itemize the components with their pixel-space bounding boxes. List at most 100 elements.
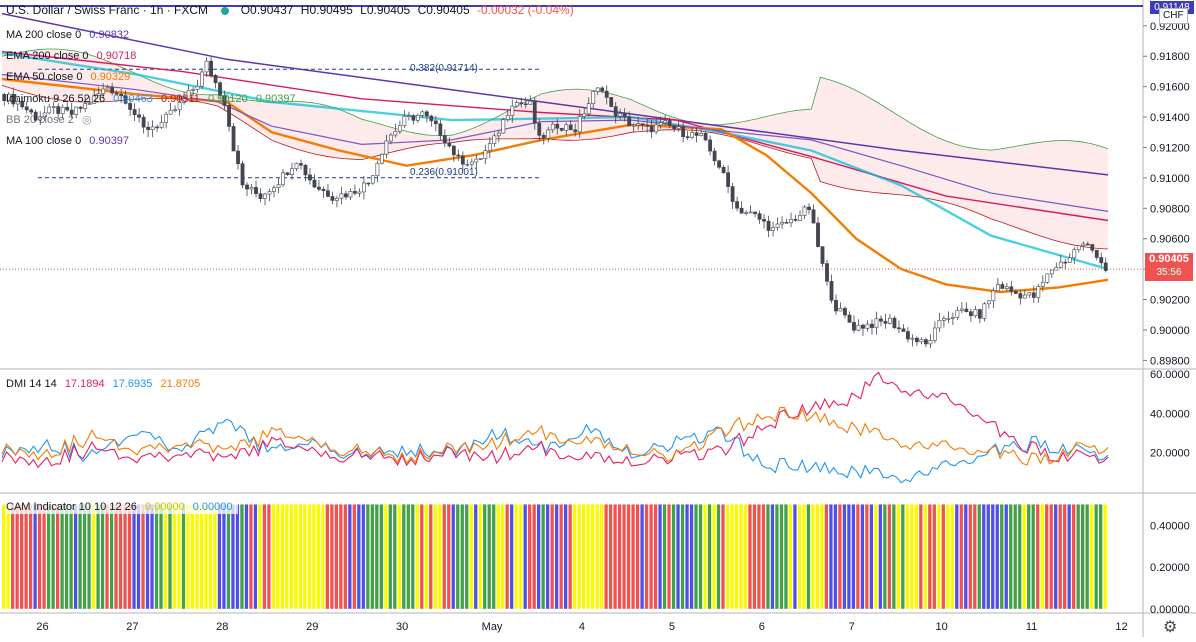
- cam-bar: [649, 504, 653, 609]
- chart-root[interactable]: 0.898000.900000.902000.904000.906000.908…: [0, 0, 1196, 637]
- candle-up: [276, 184, 281, 189]
- cam-bar: [788, 504, 793, 609]
- cam-bar: [1058, 504, 1062, 609]
- cam-bar: [154, 504, 159, 609]
- cam-bar: [887, 504, 891, 609]
- cam-bar: [217, 504, 222, 609]
- cam-bar: [811, 504, 815, 609]
- cam-bar: [177, 504, 181, 609]
- cam-bar: [397, 504, 401, 609]
- dmi-tick-label: 40.0000: [1150, 408, 1190, 420]
- legend-ichimoku-value-1: 0.90463: [113, 93, 153, 105]
- candle-down: [1094, 249, 1099, 258]
- cam-bar: [779, 504, 784, 609]
- settings-gear-icon[interactable]: ⚙: [1163, 617, 1177, 637]
- legend-dmi[interactable]: DMI 14 14 17.1894 17.6935 21.8705: [6, 377, 205, 391]
- cam-bar: [644, 504, 649, 609]
- cam-bar: [267, 504, 271, 609]
- cam-bar: [739, 504, 743, 609]
- dmi-tick-label: 20.0000: [1150, 448, 1190, 460]
- cam-bar: [964, 504, 968, 609]
- legend-ema200-value: 0.90718: [96, 50, 137, 62]
- legend-ma200-label: MA 200 close 0: [6, 29, 82, 41]
- cam-bar: [941, 504, 945, 609]
- cam-bar: [671, 504, 676, 609]
- cam-bar: [51, 504, 55, 609]
- cam-bar: [172, 504, 177, 609]
- candle-up: [789, 218, 793, 224]
- cam-bar: [127, 504, 132, 609]
- candle-up: [654, 124, 659, 133]
- cam-bar: [608, 504, 613, 609]
- cam-bar: [253, 504, 258, 609]
- candle-down: [672, 125, 677, 129]
- legend-bb[interactable]: BB 20 close 2 ◎: [6, 113, 97, 127]
- candle-up: [168, 109, 173, 115]
- candle-up: [294, 163, 299, 170]
- candle-down: [429, 115, 434, 122]
- candle-down: [442, 135, 447, 144]
- cam-bar: [721, 504, 725, 609]
- legend-cam[interactable]: CAM Indicator 10 10 12 26 0.00000 0.0000…: [6, 500, 238, 514]
- ohlc-low: L0.90405: [360, 3, 411, 17]
- hidden-eye-icon[interactable]: ◎: [82, 114, 92, 126]
- candle-down: [793, 218, 798, 221]
- cam-bar: [626, 504, 631, 609]
- candle-up: [388, 134, 393, 142]
- candle-down: [29, 109, 34, 113]
- cam-bar: [433, 504, 437, 609]
- cam-bar: [919, 504, 923, 609]
- cam-bar: [1036, 504, 1040, 609]
- cam-bar: [33, 504, 37, 609]
- cam-bar: [937, 504, 941, 609]
- candle-up: [469, 161, 474, 165]
- cam-bar: [905, 504, 909, 609]
- cam-bar: [1049, 504, 1053, 609]
- candle-up: [357, 191, 362, 194]
- candle-up: [933, 327, 937, 341]
- candle-up: [384, 140, 389, 155]
- candle-down: [645, 124, 650, 127]
- legend-ma200[interactable]: MA 200 close 0 0.90832: [6, 28, 134, 42]
- cam-bar: [190, 504, 195, 609]
- cam-bar: [208, 504, 213, 609]
- cam-bar: [955, 504, 959, 609]
- currency-label[interactable]: CHF: [1159, 8, 1188, 24]
- legend-ma100[interactable]: MA 100 close 0 0.90397: [6, 134, 134, 148]
- candle-down: [784, 222, 789, 224]
- legend-ichimoku[interactable]: Ichimoku 9 26 52 26 0.90463 0.90311 0.90…: [6, 92, 301, 106]
- candle-up: [290, 168, 294, 176]
- cam-bar: [775, 504, 779, 609]
- cam-bar: [680, 504, 685, 609]
- cam-bar: [118, 504, 123, 609]
- cam-bar: [577, 504, 581, 609]
- candle-down: [245, 184, 249, 190]
- legend-ema200-label: EMA 200 close 0: [6, 50, 89, 62]
- cam-bar: [730, 504, 734, 609]
- candle-down: [1000, 284, 1005, 289]
- candle-up: [483, 150, 488, 159]
- cam-bar: [595, 504, 599, 609]
- candle-down: [330, 196, 335, 201]
- cam-bar: [1004, 504, 1008, 609]
- candle-down: [879, 318, 883, 322]
- cam-bar: [676, 504, 680, 609]
- candle-down: [892, 317, 897, 329]
- candle-up: [249, 187, 254, 190]
- legend-cam-label: CAM Indicator 10 10 12 26: [6, 501, 137, 513]
- cam-bar: [599, 504, 604, 609]
- candle-down: [254, 187, 258, 195]
- cam-bar: [226, 504, 231, 609]
- cam-bar: [865, 504, 869, 609]
- candle-down: [411, 115, 416, 121]
- legend-ema200[interactable]: EMA 200 close 0 0.90718: [6, 49, 141, 63]
- cam-bar: [1099, 504, 1103, 609]
- candle-down: [141, 116, 146, 128]
- legend-ema50[interactable]: EMA 50 close 0 0.90329: [6, 70, 135, 84]
- cam-bar: [447, 504, 451, 609]
- candle-down: [317, 186, 321, 190]
- cam-bar: [357, 504, 361, 609]
- cam-bar: [100, 504, 105, 609]
- cam-bar: [73, 504, 78, 609]
- candle-up: [973, 309, 978, 317]
